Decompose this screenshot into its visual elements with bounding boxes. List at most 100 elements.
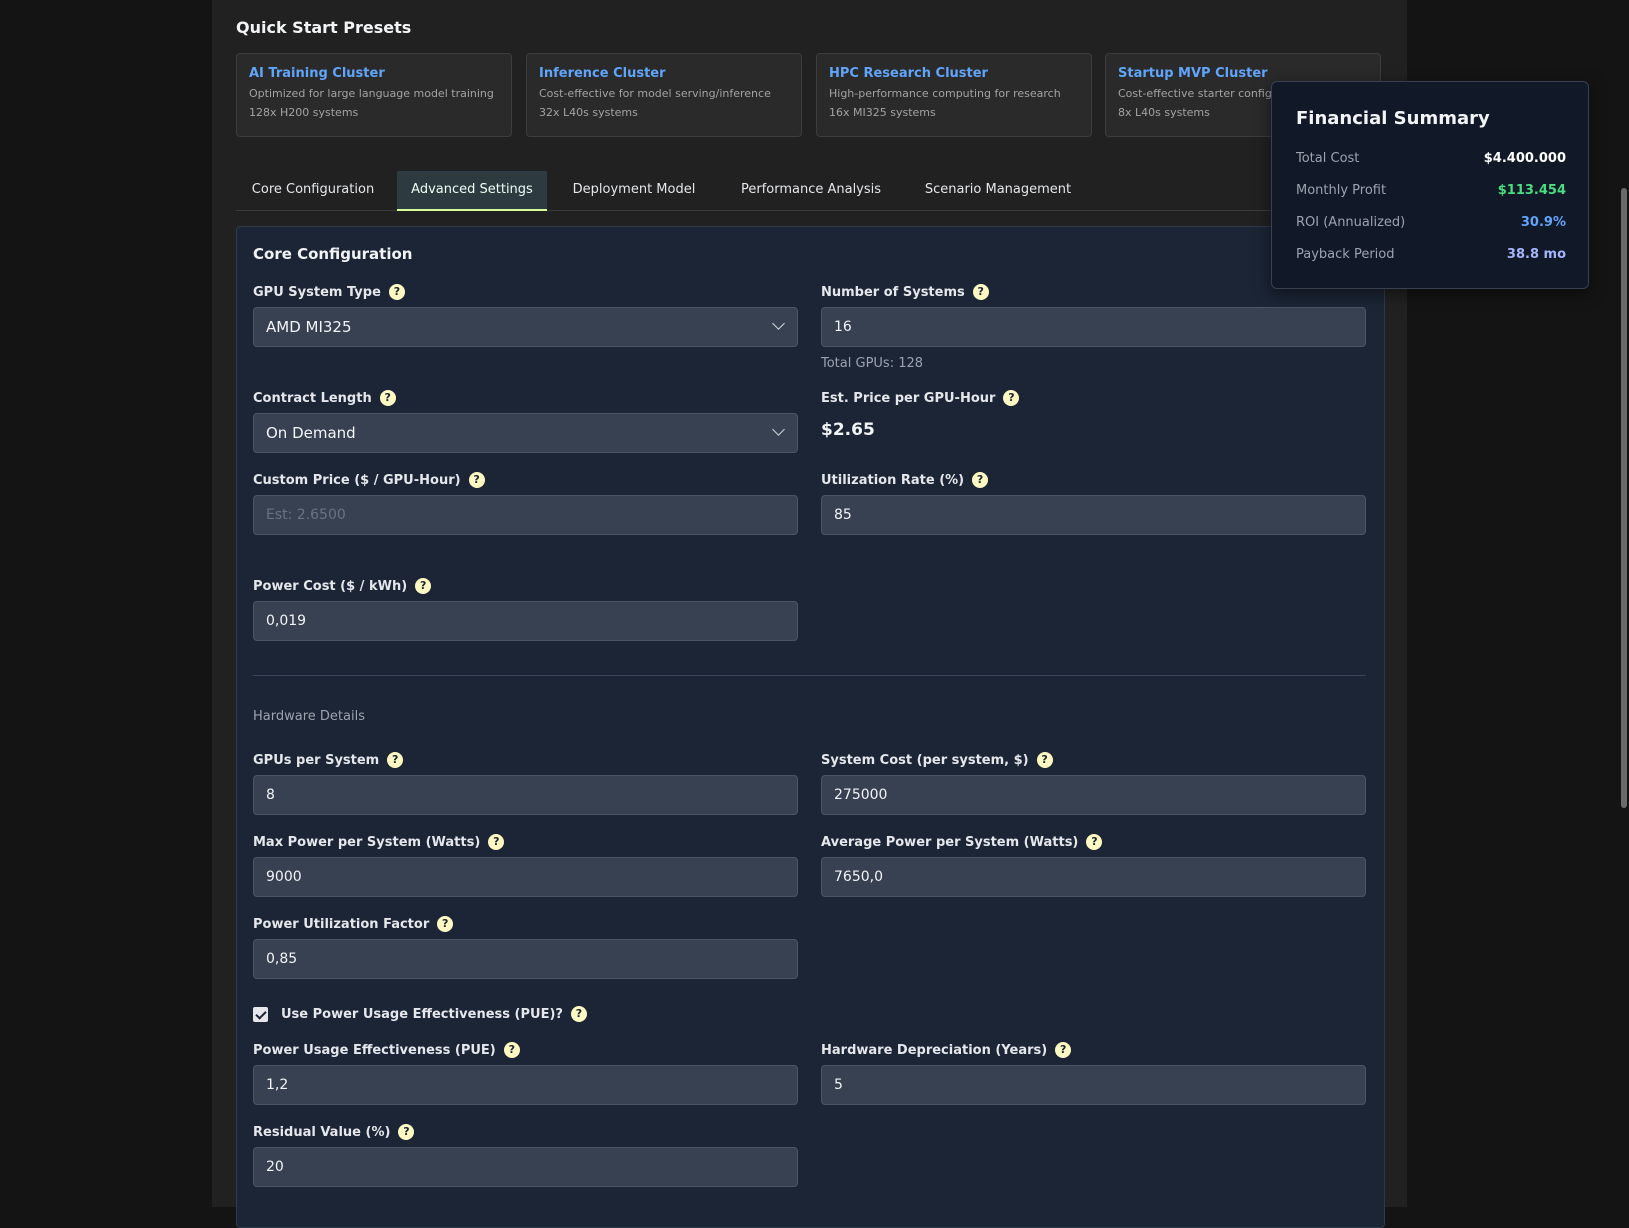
- financial-summary-title: Financial Summary: [1296, 108, 1490, 129]
- help-icon[interactable]: ?: [972, 284, 989, 300]
- preset-ai-training[interactable]: AI Training Cluster Optimized for large …: [236, 53, 512, 137]
- help-icon[interactable]: ?: [570, 1006, 587, 1022]
- help-icon[interactable]: ?: [972, 472, 989, 488]
- tab-scenario-management[interactable]: Scenario Management: [908, 171, 1088, 209]
- help-icon[interactable]: ?: [379, 390, 396, 406]
- pue-input[interactable]: 1,2: [253, 1065, 798, 1105]
- summary-value: $4.400.000: [1483, 151, 1566, 166]
- gpu-system-type-select[interactable]: AMD MI325: [253, 307, 798, 347]
- label-text: Number of Systems: [821, 284, 965, 300]
- preset-title: AI Training Cluster: [249, 66, 385, 81]
- num-systems-label: Number of Systems ?: [821, 284, 989, 300]
- preset-hpc-research[interactable]: HPC Research Cluster High-performance co…: [816, 53, 1092, 137]
- select-value: AMD MI325: [266, 318, 352, 336]
- label-text: Max Power per System (Watts): [253, 834, 481, 850]
- help-icon[interactable]: ?: [488, 834, 505, 850]
- preset-description: Cost-effective for model serving/inferen…: [539, 87, 771, 100]
- tab-performance-analysis[interactable]: Performance Analysis: [721, 171, 901, 209]
- chevron-down-icon: [772, 423, 785, 436]
- label-text: Custom Price ($ / GPU-Hour): [253, 472, 461, 488]
- avg-power-input[interactable]: 7650,0: [821, 857, 1366, 897]
- hardware-details-heading: Hardware Details: [253, 709, 365, 724]
- custom-price-label: Custom Price ($ / GPU-Hour) ?: [253, 472, 485, 488]
- depreciation-label: Hardware Depreciation (Years) ?: [821, 1042, 1072, 1058]
- preset-count: 128x H200 systems: [249, 106, 359, 119]
- summary-row-monthly-profit: Monthly Profit $113.454: [1296, 183, 1566, 203]
- total-gpus-hint: Total GPUs: 128: [821, 356, 924, 371]
- num-systems-input[interactable]: 16: [821, 307, 1366, 347]
- select-value: On Demand: [266, 424, 356, 442]
- label-text: Hardware Depreciation (Years): [821, 1042, 1048, 1058]
- label-text: Est. Price per GPU-Hour: [821, 390, 996, 406]
- tab-core-configuration[interactable]: Core Configuration: [236, 171, 390, 209]
- preset-description: High-performance computing for research: [829, 87, 1061, 100]
- label-text: Power Cost ($ / kWh): [253, 578, 408, 594]
- tab-bar: Core Configuration Advanced Settings Dep…: [236, 171, 1384, 211]
- label-text: Use Power Usage Effectiveness (PUE)?: [281, 1006, 563, 1022]
- help-icon[interactable]: ?: [1055, 1042, 1072, 1058]
- label-text: System Cost (per system, $): [821, 752, 1029, 768]
- card-title: Core Configuration: [253, 245, 413, 263]
- help-icon[interactable]: ?: [1036, 752, 1053, 768]
- tab-deployment-model[interactable]: Deployment Model: [554, 171, 714, 209]
- summary-label: Payback Period: [1296, 247, 1395, 262]
- contract-length-select[interactable]: On Demand: [253, 413, 798, 453]
- label-text: Utilization Rate (%): [821, 472, 965, 488]
- help-icon[interactable]: ?: [1003, 390, 1020, 406]
- avg-power-label: Average Power per System (Watts) ?: [821, 834, 1103, 850]
- page-scrollbar[interactable]: [1621, 188, 1627, 808]
- preset-inference[interactable]: Inference Cluster Cost-effective for mod…: [526, 53, 802, 137]
- power-util-factor-input[interactable]: 0,85: [253, 939, 798, 979]
- label-text: Contract Length: [253, 390, 372, 406]
- gpus-per-system-label: GPUs per System ?: [253, 752, 404, 768]
- est-price-value: $2.65: [821, 420, 875, 440]
- custom-price-input[interactable]: Est: 2.6500: [253, 495, 798, 535]
- help-icon[interactable]: ?: [468, 472, 485, 488]
- label-text: GPUs per System: [253, 752, 380, 768]
- system-cost-input[interactable]: 275000: [821, 775, 1366, 815]
- summary-label: ROI (Annualized): [1296, 215, 1406, 230]
- utilization-input[interactable]: 85: [821, 495, 1366, 535]
- summary-row-payback: Payback Period 38.8 mo: [1296, 247, 1566, 267]
- help-icon[interactable]: ?: [415, 578, 432, 594]
- quick-start-title: Quick Start Presets: [236, 18, 412, 37]
- label-text: Residual Value (%): [253, 1124, 391, 1140]
- power-util-factor-label: Power Utilization Factor ?: [253, 916, 454, 932]
- help-icon[interactable]: ?: [503, 1042, 520, 1058]
- pue-label: Power Usage Effectiveness (PUE) ?: [253, 1042, 520, 1058]
- gpus-per-system-input[interactable]: 8: [253, 775, 798, 815]
- preset-title: Inference Cluster: [539, 66, 666, 81]
- gpu-system-type-label: GPU System Type ?: [253, 284, 405, 300]
- summary-row-total-cost: Total Cost $4.400.000: [1296, 151, 1566, 171]
- tab-advanced-settings[interactable]: Advanced Settings: [397, 171, 547, 211]
- help-icon[interactable]: ?: [437, 916, 454, 932]
- help-icon[interactable]: ?: [398, 1124, 415, 1140]
- system-cost-label: System Cost (per system, $) ?: [821, 752, 1053, 768]
- preset-title: Startup MVP Cluster: [1118, 66, 1268, 81]
- contract-length-label: Contract Length ?: [253, 390, 396, 406]
- summary-label: Total Cost: [1296, 151, 1360, 166]
- financial-summary-panel: Financial Summary Total Cost $4.400.000 …: [1271, 81, 1589, 289]
- help-icon[interactable]: ?: [1086, 834, 1103, 850]
- preset-description: Optimized for large language model train…: [249, 87, 494, 100]
- help-icon[interactable]: ?: [387, 752, 404, 768]
- depreciation-input[interactable]: 5: [821, 1065, 1366, 1105]
- label-text: Average Power per System (Watts): [821, 834, 1079, 850]
- section-divider: [253, 675, 1366, 676]
- use-pue-checkbox[interactable]: [253, 1007, 268, 1022]
- max-power-input[interactable]: 9000: [253, 857, 798, 897]
- max-power-label: Max Power per System (Watts) ?: [253, 834, 505, 850]
- summary-label: Monthly Profit: [1296, 183, 1387, 198]
- label-text: GPU System Type: [253, 284, 381, 300]
- power-cost-label: Power Cost ($ / kWh) ?: [253, 578, 432, 594]
- preset-count: 32x L40s systems: [539, 106, 638, 119]
- use-pue-label: Use Power Usage Effectiveness (PUE)? ?: [281, 1006, 587, 1022]
- residual-input[interactable]: 20: [253, 1147, 798, 1187]
- summary-value: $113.454: [1497, 183, 1566, 198]
- help-icon[interactable]: ?: [388, 284, 405, 300]
- preset-count: 16x MI325 systems: [829, 106, 936, 119]
- preset-title: HPC Research Cluster: [829, 66, 988, 81]
- est-price-label: Est. Price per GPU-Hour ?: [821, 390, 1020, 406]
- chevron-down-icon: [772, 317, 785, 330]
- power-cost-input[interactable]: 0,019: [253, 601, 798, 641]
